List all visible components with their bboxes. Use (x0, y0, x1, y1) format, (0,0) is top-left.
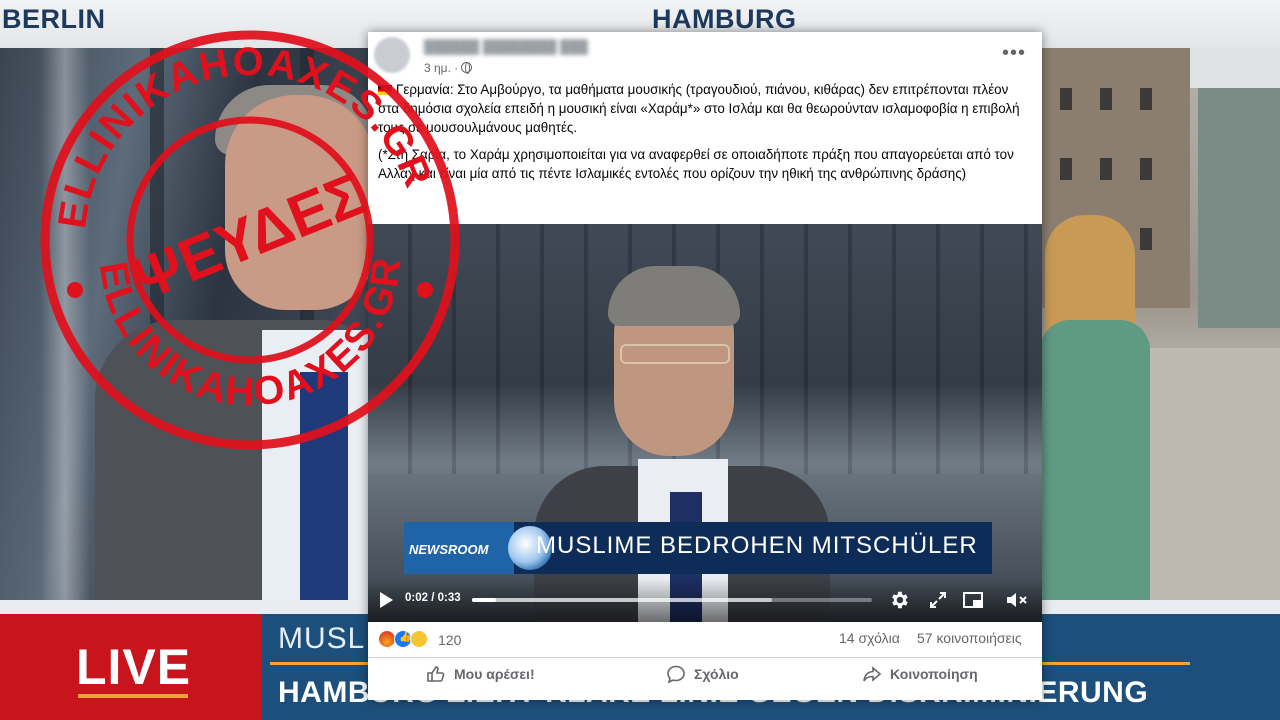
more-options-icon[interactable]: ••• (1002, 42, 1026, 65)
reactions-bar: 👍 120 14 σχόλια 57 κοινοποιήσεις (368, 622, 1042, 658)
comments-count[interactable]: 14 σχόλια (839, 630, 900, 646)
ticker-headline-top: MUSL (278, 622, 366, 655)
gear-icon[interactable] (888, 589, 910, 611)
wow-reaction-icon[interactable] (410, 630, 428, 648)
thumbs-up-icon (427, 666, 445, 682)
live-underline (78, 694, 188, 698)
progress-buffer (472, 598, 772, 602)
newsroom-logo-text: NEWSROOM (409, 542, 489, 557)
muted-speaker-icon[interactable] (1004, 590, 1030, 610)
video-player[interactable]: NEWSROOM MUSLIME BEDROHEN MITSCHÜLER 0:0… (368, 224, 1042, 622)
post-text: Γερμανία: Στο Αμβούργο, τα μαθήματα μουσ… (368, 80, 1042, 183)
city-label-berlin: BERLIN (2, 4, 106, 34)
share-button-label: Κοινοποίηση (890, 666, 978, 682)
picture-in-picture-icon[interactable] (962, 590, 984, 610)
post-timestamp[interactable]: 3 ημ. · (424, 61, 473, 75)
post-paragraph-1-text: Γερμανία: Στο Αμβούργο, τα μαθήματα μουσ… (378, 82, 1020, 135)
city-label-hamburg: HAMBURG (652, 4, 797, 34)
post-actions: Μου αρέσει! Σχόλιο Κοινοποίηση (368, 658, 1042, 700)
facebook-post: ██████ ████████ ███ 3 ημ. · ••• Γερμανία… (368, 32, 1042, 700)
like-button-label: Μου αρέσει! (454, 666, 535, 682)
video-anchor-glasses (620, 344, 730, 364)
comment-button[interactable]: Σχόλιο (666, 664, 739, 694)
share-arrow-icon (863, 666, 882, 682)
reactions-count[interactable]: 120 (438, 632, 461, 648)
progress-bar[interactable] (472, 598, 872, 602)
play-icon[interactable] (380, 592, 393, 608)
video-ticker-text: MUSLIME BEDROHEN MITSCHÜLER (536, 532, 978, 559)
author-name-blurred[interactable]: ██████ ████████ ███ (424, 39, 588, 54)
post-paragraph-2: (*Στη Σαρία, το Χαράμ χρησιμοποιείται γι… (378, 147, 1014, 181)
post-time-text: 3 ημ. (424, 61, 451, 75)
author-avatar[interactable] (374, 37, 410, 73)
shares-count[interactable]: 57 κοινοποιήσεις (917, 630, 1022, 646)
live-label: LIVE (76, 639, 192, 695)
post-header: ██████ ████████ ███ 3 ημ. · ••• (368, 32, 1042, 80)
time-readout: 0:02 / 0:33 (405, 592, 461, 604)
like-button[interactable]: Μου αρέσει! (426, 664, 535, 694)
germany-flag-icon (378, 85, 392, 95)
comment-button-label: Σχόλιο (694, 666, 739, 682)
comment-bubble-icon (667, 665, 685, 684)
share-button[interactable]: Κοινοποίηση (862, 664, 978, 694)
post-paragraph-1: Γερμανία: Στο Αμβούργο, τα μαθήματα μουσ… (378, 80, 1028, 137)
anchor-figure-tie (300, 372, 348, 600)
reporter-figure-coat (1040, 320, 1150, 600)
anchor-figure-head (225, 95, 375, 310)
progress-fill (472, 598, 496, 602)
video-controls: 0:02 / 0:33 (368, 578, 1042, 622)
fullscreen-icon[interactable] (928, 590, 948, 610)
video-anchor-hair (608, 266, 740, 326)
globe-icon (461, 62, 473, 74)
